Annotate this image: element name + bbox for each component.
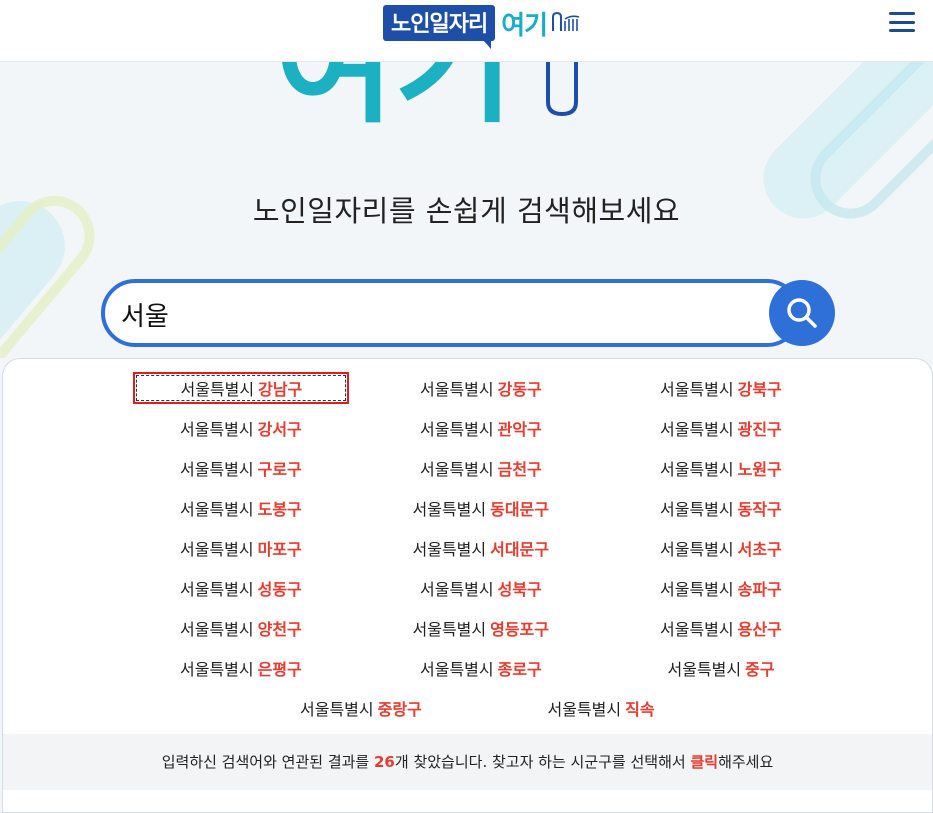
search-bar — [101, 279, 835, 347]
click-word: 클릭 — [690, 753, 719, 771]
result-city: 서울특별시 — [180, 660, 254, 679]
result-item[interactable]: 서울특별시 성북구 — [420, 576, 542, 600]
summary-text-3: 해주세요 — [718, 753, 774, 771]
result-district: 송파구 — [737, 580, 782, 599]
result-city: 서울특별시 — [180, 620, 254, 639]
result-item[interactable]: 서울특별시 동대문구 — [413, 496, 550, 520]
result-district: 종로구 — [497, 660, 542, 679]
result-item[interactable]: 서울특별시 중구 — [668, 656, 775, 680]
search-results-panel: 서울특별시 강남구 서울특별시 강동구 서울특별시 강북구 서울특별시 강서구 서울특별시 관악구… — [2, 358, 933, 813]
result-count: 26 — [374, 753, 395, 771]
result-item[interactable]: 서울특별시 중랑구 — [300, 696, 422, 720]
result-item[interactable]: 서울특별시 금천구 — [420, 456, 542, 480]
result-district: 동작구 — [737, 500, 782, 519]
result-item[interactable]: 서울특별시 강북구 — [660, 376, 782, 400]
result-city: 서울특별시 — [420, 380, 494, 399]
result-district: 은평구 — [257, 660, 302, 679]
search-input[interactable] — [121, 295, 761, 333]
result-item[interactable]: 서울특별시 강남구 — [132, 372, 350, 404]
result-city: 서울특별시 — [660, 460, 734, 479]
result-item[interactable]: 서울특별시 서대문구 — [413, 536, 550, 560]
result-city: 서울특별시 — [412, 500, 487, 519]
result-district: 강동구 — [497, 380, 542, 399]
hamburger-menu-icon[interactable] — [889, 12, 915, 32]
result-item[interactable]: 서울특별시 영등포구 — [413, 616, 550, 640]
top-bar: 노인일자리 여기 — [0, 0, 933, 62]
result-city: 서울특별시 — [300, 700, 374, 719]
result-city: 서울특별시 — [180, 420, 254, 439]
result-item[interactable]: 서울특별시 송파구 — [660, 576, 782, 600]
result-district: 양천구 — [257, 620, 302, 639]
result-district: 성북구 — [497, 580, 542, 599]
result-city: 서울특별시 — [180, 500, 254, 519]
result-city: 서울특별시 — [660, 500, 734, 519]
result-item[interactable]: 서울특별시 용산구 — [660, 616, 782, 640]
site-logo[interactable]: 노인일자리 여기 — [383, 5, 589, 49]
result-city: 서울특별시 — [667, 660, 742, 679]
search-button[interactable] — [769, 280, 835, 346]
result-city: 서울특별시 — [412, 540, 487, 559]
result-district: 영등포구 — [490, 620, 549, 639]
result-city: 서울특별시 — [420, 580, 494, 599]
page-title: 노인일자리를 손쉽게 검색해보세요 — [252, 194, 681, 228]
result-city: 서울특별시 — [420, 420, 494, 439]
result-district: 강북구 — [737, 380, 782, 399]
result-city: 서울특별시 — [547, 700, 622, 719]
result-city: 서울특별시 — [412, 620, 487, 639]
result-item[interactable]: 서울특별시 동작구 — [660, 496, 782, 520]
hero-big-text: 여기 — [275, 62, 514, 141]
result-item[interactable]: 서울특별시 도봉구 — [180, 496, 302, 520]
result-item[interactable]: 서울특별시 관악구 — [420, 416, 542, 440]
result-item[interactable]: 서울특별시 강동구 — [420, 376, 542, 400]
result-district: 관악구 — [497, 420, 542, 439]
result-district: 서초구 — [737, 540, 782, 559]
result-district: 용산구 — [737, 620, 782, 639]
summary-text-2: 개 찾았습니다. 찾고자 하는 시군구를 선택해서 — [394, 753, 691, 771]
result-item[interactable]: 서울특별시 성동구 — [180, 576, 302, 600]
result-item[interactable]: 서울특별시 마포구 — [180, 536, 302, 560]
result-district: 직속 — [625, 700, 655, 719]
result-city: 서울특별시 — [660, 580, 734, 599]
result-district: 광진구 — [737, 420, 782, 439]
summary-text-1: 입력하신 검색어와 연관된 결과를 — [161, 753, 374, 771]
result-district: 금천구 — [497, 460, 542, 479]
result-district: 서대문구 — [490, 540, 549, 559]
result-item[interactable]: 서울특별시 종로구 — [420, 656, 542, 680]
logo-accent-text: 여기 — [501, 10, 548, 41]
result-district: 강서구 — [257, 420, 302, 439]
results-summary: 입력하신 검색어와 연관된 결과를 26개 찾았습니다. 찾고자 하는 시군구를… — [3, 734, 932, 790]
result-city: 서울특별시 — [180, 460, 254, 479]
result-district: 성동구 — [257, 580, 302, 599]
result-item[interactable]: 서울특별시 서초구 — [660, 536, 782, 560]
result-district: 구로구 — [257, 460, 302, 479]
result-item[interactable]: 서울특별시 직속 — [548, 696, 655, 720]
result-item[interactable]: 서울특별시 노원구 — [660, 456, 782, 480]
result-city: 서울특별시 — [660, 540, 734, 559]
result-district: 노원구 — [737, 460, 782, 479]
result-item[interactable]: 서울특별시 은평구 — [180, 656, 302, 680]
result-city: 서울특별시 — [420, 460, 494, 479]
result-city: 서울특별시 — [660, 420, 734, 439]
result-city: 서울특별시 — [180, 380, 255, 399]
search-box — [101, 279, 801, 347]
paperclip-icon — [552, 11, 580, 31]
result-city: 서울특별시 — [660, 380, 734, 399]
result-district: 마포구 — [257, 540, 302, 559]
result-district: 강남구 — [258, 380, 303, 399]
result-district: 중구 — [745, 660, 775, 679]
result-item[interactable]: 서울특별시 구로구 — [180, 456, 302, 480]
result-item[interactable]: 서울특별시 양천구 — [180, 616, 302, 640]
result-city: 서울특별시 — [420, 660, 494, 679]
search-icon — [787, 298, 817, 328]
result-city: 서울특별시 — [180, 580, 254, 599]
result-item[interactable]: 서울특별시 강서구 — [180, 416, 302, 440]
logo-main-text: 노인일자리 — [383, 5, 496, 49]
result-item[interactable]: 서울특별시 광진구 — [660, 416, 782, 440]
result-district: 도봉구 — [257, 500, 302, 519]
result-city: 서울특별시 — [180, 540, 254, 559]
result-district: 중랑구 — [377, 700, 422, 719]
result-district: 동대문구 — [490, 500, 549, 519]
result-city: 서울특별시 — [660, 620, 734, 639]
